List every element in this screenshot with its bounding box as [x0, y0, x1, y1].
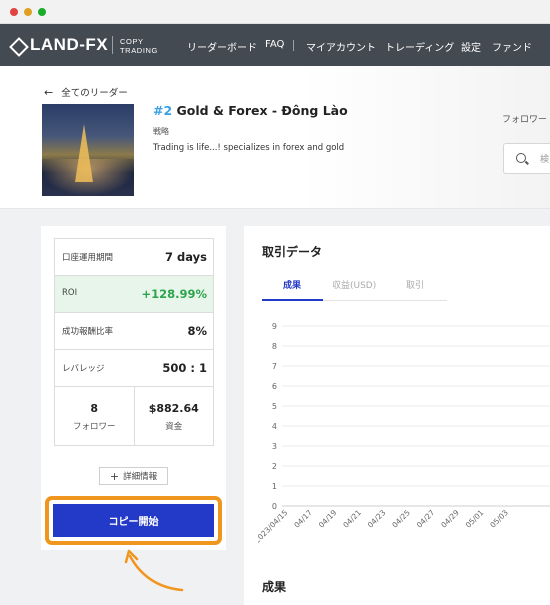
search-input[interactable]: 検	[503, 143, 550, 174]
leader-title: #2 Gold & Forex - Đông Lào	[153, 103, 348, 118]
stat-label: レバレッジ	[62, 364, 105, 374]
trading-data-tabs: 成果 収益(USD) 取引	[262, 275, 447, 301]
stat-label: 成功報酬比率	[62, 327, 114, 337]
nav-settings[interactable]: 設定	[461, 39, 481, 54]
stat-row-followers-funds: 8 フォロワー $882.64 資金	[55, 387, 213, 445]
chart-y-tick-label: 7	[272, 362, 277, 371]
followers-count-label: フォロワー	[72, 422, 116, 432]
chart-x-tick-label: 04/29	[439, 508, 461, 530]
funds-cell: $882.64 資金	[133, 387, 214, 445]
details-button[interactable]: + 詳細情報	[99, 467, 168, 485]
active-tab-underline	[262, 299, 323, 301]
followers-count: 8	[90, 402, 99, 415]
search-placeholder: 検	[540, 155, 550, 165]
stat-label: ROI	[62, 288, 78, 298]
leader-name: Gold & Forex - Đông Lào	[176, 103, 348, 118]
chart-x-tick-label: 04/19	[317, 508, 339, 530]
stat-value: 500 : 1	[162, 361, 207, 375]
nav-funds[interactable]: ファンド	[492, 39, 532, 54]
window-maximize-dot[interactable]	[38, 8, 46, 16]
funds-amount: $882.64	[148, 402, 199, 415]
chart-y-tick-label: 5	[272, 402, 277, 411]
chart-x-tick-label: 04/17	[292, 508, 314, 530]
stat-value: 8%	[187, 324, 207, 338]
chart-y-tick-label: 3	[272, 442, 277, 451]
logo-diamond-icon	[10, 38, 24, 52]
nav-faq[interactable]: FAQ	[265, 39, 284, 50]
strategy-label: 戦略	[153, 127, 169, 136]
chart-y-tick-label: 6	[272, 382, 277, 391]
logo-subtitle: COPY TRADING	[120, 37, 158, 55]
funds-label: 資金	[165, 422, 183, 432]
chart-y-tick-label: 8	[272, 342, 277, 351]
back-link[interactable]: ← 全てのリーダー	[44, 85, 128, 100]
chart-y-tick-label: 9	[272, 322, 277, 331]
nav-trading[interactable]: トレーディング	[385, 39, 454, 54]
results-section-title: 成果	[262, 580, 287, 594]
top-navbar: LAND-FX COPY TRADING リーダーボード FAQ マイアカウント…	[0, 24, 550, 66]
chart-x-tick-label: 2023/04/15	[258, 508, 290, 545]
tab-profit-usd[interactable]: 収益(USD)	[332, 278, 376, 291]
plus-icon: +	[109, 469, 120, 483]
stat-row-fee: 成功報酬比率 8%	[55, 313, 213, 350]
details-button-label: 詳細情報	[123, 472, 158, 482]
chart-x-tick-label: 04/23	[366, 508, 388, 530]
leader-rank: #2	[153, 103, 173, 118]
followers-cell: 8 フォロワー	[55, 387, 134, 445]
stat-value: 7 days	[165, 250, 207, 264]
annotation-arrow-icon	[124, 549, 184, 592]
nav-leaderboard[interactable]: リーダーボード	[187, 39, 257, 54]
chart-y-tick-label: 4	[272, 422, 277, 431]
window-minimize-dot[interactable]	[24, 8, 32, 16]
stat-label: 口座運用期間	[62, 253, 114, 263]
stat-row-period: 口座運用期間 7 days	[55, 239, 213, 276]
logo-text: LAND-FX	[30, 35, 109, 54]
chart-y-tick-label: 2	[272, 462, 277, 471]
chart-x-tick-label: 04/21	[341, 508, 363, 530]
chart-x-tick-label: 05/03	[488, 508, 510, 530]
followers-label: フォロワー	[502, 115, 548, 125]
logo-divider	[112, 36, 113, 54]
chart-y-tick-label: 1	[272, 482, 277, 491]
copy-start-button[interactable]: コピー開始	[53, 504, 214, 537]
stat-row-leverage: レバレッジ 500 : 1	[55, 350, 213, 387]
performance-chart: 0 1 2 3 4 5 6 7 8 9 2023/04/15 04/17 04/19 04/21 04/23…	[258, 322, 550, 545]
tab-performance[interactable]: 成果	[283, 278, 301, 291]
trading-data-title: 取引データ	[262, 245, 323, 259]
nav-my-account[interactable]: マイアカウント	[306, 39, 376, 54]
brand-logo[interactable]: LAND-FX	[10, 35, 108, 55]
nav-divider	[293, 40, 294, 51]
stats-table: 口座運用期間 7 days ROI +128.99% 成功報酬比率 8% レバレ…	[54, 238, 214, 446]
strategy-description: Trading is life...! specializes in forex…	[153, 143, 345, 153]
chart-x-tick-label: 04/25	[390, 508, 412, 530]
leader-avatar	[42, 104, 134, 196]
tab-trades[interactable]: 取引	[406, 278, 424, 291]
logo-subtitle-line-2: TRADING	[120, 46, 158, 55]
chart-y-tick-label: 0	[272, 502, 277, 511]
arrow-left-icon: ←	[44, 85, 54, 99]
search-icon	[516, 153, 526, 163]
back-link-label: 全てのリーダー	[61, 88, 128, 99]
chart-x-tick-label: 04/27	[415, 508, 437, 530]
logo-subtitle-line-1: COPY	[120, 37, 144, 46]
stat-value-roi: +128.99%	[141, 287, 207, 301]
avatar-tower	[75, 124, 93, 182]
window-close-dot[interactable]	[10, 8, 18, 16]
chart-x-tick-label: 05/01	[464, 508, 486, 530]
stat-row-roi: ROI +128.99%	[55, 276, 213, 313]
browser-chrome	[0, 0, 550, 24]
